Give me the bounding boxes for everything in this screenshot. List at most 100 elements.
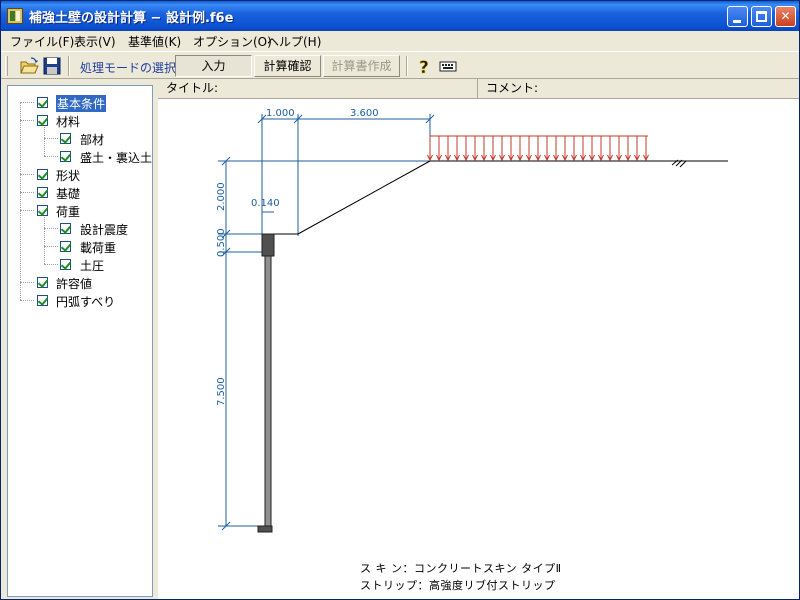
- tree-item-fill-soil[interactable]: 盛土・裏込土: [8, 148, 153, 165]
- info-header: タイトル: コメント:: [158, 79, 799, 99]
- surcharge-arrows: [427, 136, 649, 162]
- tree-item-foundation[interactable]: 基礎: [8, 184, 152, 201]
- input-tree[interactable]: 基本条件 材料 部材 盛土・裏込土 形状 基礎 荷重 設計震度 載荷重 土圧 許…: [7, 85, 153, 597]
- tree-item-label: 部材: [80, 133, 105, 147]
- save-disk-icon: [43, 57, 61, 75]
- tree-item-materials[interactable]: 材料: [8, 112, 152, 129]
- tree-connector: [20, 174, 34, 175]
- help-button[interactable]: ?: [413, 55, 435, 79]
- menu-view[interactable]: 表示(V): [74, 33, 116, 50]
- menu-bar: ファイル(F) 表示(V) 基準値(K) オプション(O) ヘルプ(H): [1, 31, 799, 50]
- dimension-ticks: [221, 114, 435, 531]
- title-bar[interactable]: 補強土壁の設計計算 − 設計例.f6e ✕: [1, 1, 799, 31]
- coping-block: [261, 233, 275, 257]
- surcharge-load: [427, 135, 649, 162]
- maximize-icon: [756, 11, 767, 22]
- help-icon: ?: [419, 58, 429, 79]
- tree-item-label: 許容値: [56, 277, 93, 291]
- tree-item-loads[interactable]: 荷重: [8, 202, 152, 219]
- checkbox-icon[interactable]: [60, 241, 71, 252]
- wall-section-drawing: 1.000 3.600 0.140 2.000 0.500 7.500: [216, 108, 728, 533]
- leveling-footing: [257, 525, 273, 533]
- tree-item-allowable[interactable]: 許容値: [8, 274, 152, 291]
- drawing-canvas[interactable]: 1.000 3.600 0.140 2.000 0.500 7.500 ス キ …: [158, 99, 799, 599]
- minimize-button[interactable]: [727, 6, 748, 27]
- tree-connector: [20, 210, 34, 211]
- tree-item-label: 荷重: [56, 205, 81, 219]
- toolbar-grip[interactable]: [5, 56, 8, 76]
- dimension-label: 0.500: [216, 228, 227, 257]
- tree-item-label: 土圧: [80, 259, 105, 273]
- svg-text:?: ?: [419, 58, 429, 77]
- checkbox-icon[interactable]: [37, 277, 48, 288]
- window-title: 補強土壁の設計計算 − 設計例.f6e: [29, 11, 234, 26]
- tree-item-label: 盛土・裏込土: [80, 151, 153, 165]
- save-button[interactable]: [41, 55, 63, 77]
- tree-connector: [44, 138, 58, 139]
- app-icon: [7, 8, 23, 24]
- checkbox-icon[interactable]: [37, 187, 48, 198]
- tree-item-surcharge[interactable]: 載荷重: [8, 238, 152, 255]
- mode-input-button[interactable]: 入力: [175, 55, 252, 77]
- tree-item-label: 形状: [56, 169, 81, 183]
- mode-report-button[interactable]: 計算書作成: [323, 55, 400, 77]
- tree-connector: [44, 156, 58, 157]
- tree-connector: [44, 264, 58, 265]
- menu-help[interactable]: ヘルプ(H): [267, 33, 321, 50]
- tree-connector: [20, 192, 34, 193]
- tree-item-earth-pressure[interactable]: 土圧: [8, 256, 152, 273]
- dimension-label: 2.000: [216, 182, 227, 211]
- minimize-icon: [733, 20, 741, 23]
- tree-connector: [44, 228, 58, 229]
- checkbox-icon[interactable]: [60, 133, 71, 144]
- checkbox-icon[interactable]: [60, 151, 71, 162]
- tree-item-label: 基礎: [56, 187, 81, 201]
- checkbox-icon[interactable]: [37, 169, 48, 180]
- checkbox-icon[interactable]: [37, 205, 48, 216]
- menu-file[interactable]: ファイル(F): [10, 33, 74, 50]
- tree-item-basic-conditions[interactable]: 基本条件: [8, 94, 152, 112]
- checkbox-icon[interactable]: [60, 259, 71, 270]
- maximize-button[interactable]: [751, 6, 772, 27]
- reinforced-wall: [257, 233, 275, 533]
- toolbar-separator: [406, 56, 408, 76]
- mode-select-label: 処理モードの選択: [80, 61, 177, 75]
- tree-connector: [20, 102, 34, 103]
- skin-note: ス キ ン：コンクリートスキン タイプⅡ: [360, 562, 562, 575]
- checkbox-icon[interactable]: [37, 115, 48, 126]
- checkbox-icon[interactable]: [60, 223, 71, 234]
- dimension-labels: 1.000 3.600 0.140 2.000 0.500 7.500: [216, 108, 379, 406]
- main-window: 補強土壁の設計計算 − 設計例.f6e ✕ ファイル(F) 表示(V) 基準値(…: [0, 0, 800, 600]
- keyboard-icon: [439, 61, 457, 72]
- open-button[interactable]: [18, 55, 40, 77]
- tree-item-label: 円弧すべり: [56, 295, 116, 309]
- tree-item-seismic[interactable]: 設計震度: [8, 220, 152, 237]
- ground-hatch: [679, 160, 687, 168]
- tree-connector: [20, 120, 34, 121]
- dimension-label: 7.500: [216, 377, 227, 406]
- mode-calc-check-button[interactable]: 計算確認: [254, 55, 321, 77]
- close-icon: ✕: [780, 9, 791, 23]
- close-button[interactable]: ✕: [775, 6, 796, 27]
- tree-item-label: 材料: [56, 115, 81, 129]
- menu-options[interactable]: オプション(O): [193, 33, 272, 50]
- checkbox-icon[interactable]: [37, 295, 48, 306]
- skin-wall: [264, 255, 272, 527]
- toolbar: 処理モードの選択 入力 計算確認 計算書作成 ?: [1, 51, 799, 79]
- title-field[interactable]: タイトル:: [158, 79, 478, 99]
- slope-line: [297, 160, 431, 235]
- dimension-label: 3.600: [350, 108, 379, 119]
- keyboard-button[interactable]: [437, 55, 459, 77]
- tree-item-circular-slip[interactable]: 円弧すべり: [8, 292, 152, 309]
- tree-item-label: 設計震度: [80, 223, 129, 237]
- dimension-lines: [218, 114, 431, 527]
- checkbox-icon[interactable]: [37, 97, 48, 108]
- tree-item-shape[interactable]: 形状: [8, 166, 152, 183]
- tree-item-members[interactable]: 部材: [8, 130, 152, 147]
- comment-field[interactable]: コメント:: [478, 79, 799, 99]
- ground-profile: [262, 159, 728, 235]
- toolbar-separator: [68, 56, 70, 76]
- menu-standard-values[interactable]: 基準値(K): [128, 33, 181, 50]
- dimension-label: 0.140: [251, 198, 280, 209]
- tree-connector: [44, 246, 58, 247]
